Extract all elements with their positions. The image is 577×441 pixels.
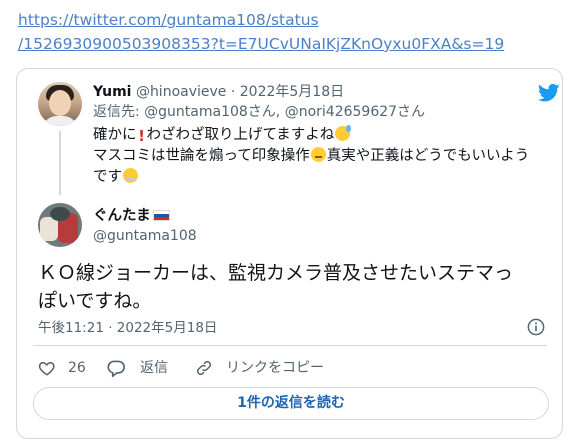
unamused-emoji-icon [310,147,326,162]
tweet-url-line-2[interactable]: /1526930900503908353?t=E7UCvUNaIKjZKnOyx… [18,32,558,56]
like-count: 26 [68,360,86,376]
reply-text-1a: 確かに [93,127,137,143]
guntama-avatar[interactable] [38,203,82,247]
reply-label: 返信 [140,360,168,376]
reply-text-2a: マスコミは世論を煽って印象操作 [93,148,310,164]
yumi-avatar[interactable] [38,82,82,126]
sweat-smile-emoji-icon [335,125,352,141]
tweet-author-handle[interactable]: @guntama108 [93,227,197,245]
embedded-tweet-card[interactable]: Yumi @hinoavieve · 2022年5月18日 返信先: @gunt… [16,68,563,439]
link-icon [196,360,212,376]
reply-text-line-2: マスコミは世論を煽って印象操作 真実や正義はどうでもいいよう [93,146,543,167]
avatar-figure-left [40,217,58,241]
tweet-url-line-1[interactable]: https://twitter.com/guntama108/status [18,8,558,32]
reply-to-line: 返信先: @guntama108さん, @nori42659627さん [93,104,426,120]
info-icon[interactable] [527,318,545,336]
tweet-timestamp[interactable]: 午後11:21 · 2022年5月18日 [38,319,217,337]
reply-text-2b: 真実や正義はどうでもいいよう [326,148,530,164]
copy-link-label: リンクをコピー [226,360,324,376]
reply-text-1b: わざわざ取り上げてますよね [146,127,335,143]
thread-connector-line [59,131,61,195]
avatar-body [41,116,79,126]
reply-text-line-1: 確かに! わざわざ取り上げてますよね [93,125,543,146]
exclamation-icon: ! [138,127,145,145]
reply-text-3a: です [93,169,122,185]
reply-author-handle[interactable]: @hinoavieve [136,84,226,100]
avatar-face [49,90,71,116]
tweet-text: ＫＯ線ジョーカーは、監視カメラ普及させたいステマっ ぽいですね。 [38,259,558,315]
heart-icon [38,361,55,376]
twitter-bird-icon[interactable] [538,83,560,103]
reply-text-line-3: です [93,167,543,188]
read-replies-button[interactable]: 1件の返信を読む [33,387,549,420]
tweet-author-name-text[interactable]: ぐんたま [93,208,151,224]
russia-flag-icon [152,210,170,221]
tweet-text-line-2: ぽいですね。 [38,290,152,312]
tweet-text-line-1: ＫＯ線ジョーカーは、監視カメラ普及させたいステマっ [38,262,514,284]
reply-author-row: Yumi @hinoavieve · 2022年5月18日 [93,83,344,101]
reply-author-name[interactable]: Yumi [93,84,131,100]
action-divider [33,345,547,346]
avatar-figure-top [50,207,70,221]
reply-text: 確かに! わざわざ取り上げてますよね マスコミは世論を煽って印象操作 真実や正義はど… [93,125,543,188]
tweet-url-link[interactable]: https://twitter.com/guntama108/status /1… [18,8,558,56]
reply-date[interactable]: · 2022年5月18日 [231,84,344,100]
huffing-emoji-icon [123,168,138,183]
reply-bubble-icon [107,360,125,377]
tweet-author-name[interactable]: ぐんたま [93,207,170,225]
